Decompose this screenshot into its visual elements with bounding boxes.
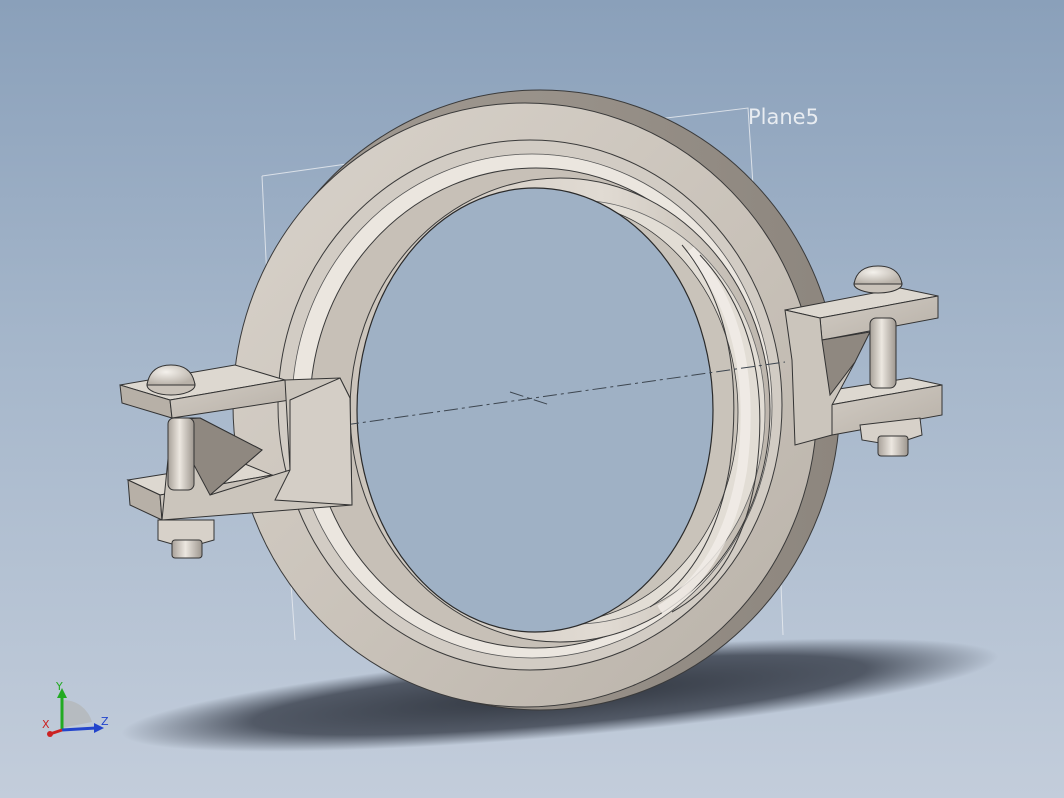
triad-z-label: Z xyxy=(101,715,109,728)
triad-z-axis xyxy=(61,726,97,732)
view-triad[interactable]: Y Z X xyxy=(42,680,109,737)
triad-y-label: Y xyxy=(55,680,63,693)
3d-model-viewport[interactable]: Plane5 Y Z X xyxy=(0,0,1064,798)
triad-x-label: X xyxy=(42,718,50,731)
plane5-label: Plane5 xyxy=(748,105,819,129)
